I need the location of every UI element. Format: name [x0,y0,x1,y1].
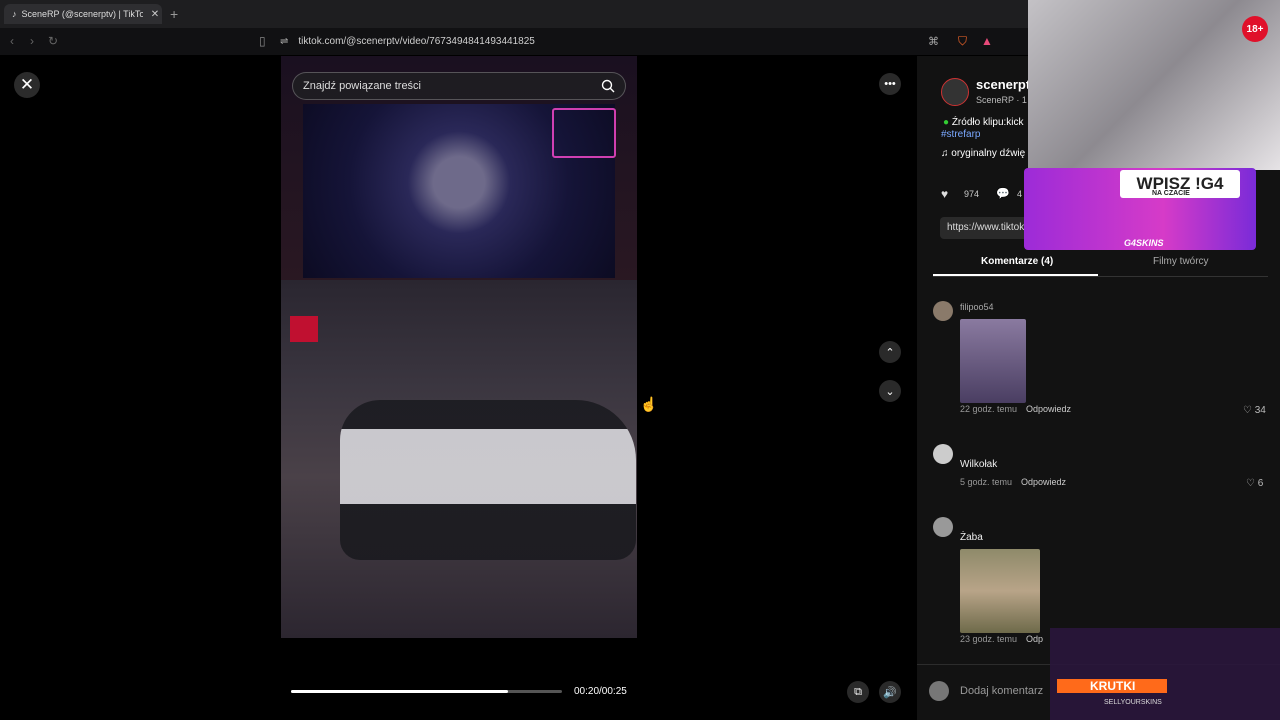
active-tab-indicator [933,274,1098,276]
site-info-icon[interactable]: ⇌ [280,36,288,47]
related-search-input[interactable]: Znajdź powiązane treści [292,72,626,100]
comment-user[interactable]: Żaba [960,532,983,543]
bookmark-icon[interactable]: ▯ [259,34,266,48]
comment-like[interactable]: ♡ 6 [1246,478,1263,489]
tab-creator-videos[interactable]: Filmy twórcy [1153,256,1209,267]
reply-button[interactable]: Odp [1026,634,1043,644]
comment-avatar[interactable] [933,517,953,537]
krutki-overlay [1050,628,1280,720]
tab-close-icon[interactable]: ✕ [148,9,162,20]
author-subtitle: SceneRP · 1 [976,95,1027,105]
shield-icon[interactable]: ⛉ [958,34,967,49]
sound-row[interactable]: ♫ oryginalny dźwię [941,148,1025,159]
sound-name: oryginalny dźwię [951,148,1026,159]
browser-tab[interactable]: ♪ SceneRP (@scenerptv) | TikTo ✕ [4,4,162,24]
comment-like-count: 6 [1257,478,1264,489]
status-dot-icon: ● [943,117,950,128]
more-options-icon[interactable]: ••• [879,73,901,95]
neon-sign [552,108,616,158]
age-badge: 18+ [1242,16,1268,42]
game-marker [290,316,318,342]
search-placeholder: Znajdź powiązane treści [303,80,422,92]
hashtag-link[interactable]: #strefarp [941,129,980,140]
url-text: tiktok.com/@scenerptv/video/767349484149… [298,36,535,47]
cursor-icon: ☝ [640,396,658,412]
progress-fill [291,690,508,693]
add-comment-input[interactable]: Dodaj komentarz [960,685,1043,697]
search-icon[interactable] [601,79,615,96]
comment-count: 4 [1017,189,1023,199]
reply-button[interactable]: Odpowiedz [1021,477,1066,487]
heart-outline-icon: ♡ [1246,478,1255,489]
reply-button[interactable]: Odpowiedz [1026,404,1071,414]
pip-icon[interactable]: ⧉ [847,681,869,703]
forward-icon[interactable]: › [30,34,34,48]
translate-icon[interactable]: ⌘ [928,35,939,48]
comment-like[interactable]: ♡ 34 [1243,405,1266,416]
comment-time: 23 godz. temu [960,634,1018,644]
comment-user[interactable]: filipoo54 [960,302,994,312]
author-avatar[interactable] [941,78,969,106]
description: ● Źródło klipu:kick [943,117,1024,128]
comment-avatar[interactable] [933,301,953,321]
rewards-icon[interactable]: ▲ [981,34,993,48]
comment-icon[interactable]: 💬 [996,187,1010,200]
new-tab-icon[interactable]: + [170,6,178,22]
banner-brand: G4SKINS [1124,238,1164,248]
chevron-up-icon[interactable]: ⌃ [879,341,901,363]
heart-icon[interactable]: ♥ [941,187,948,201]
music-icon: ♫ [941,148,949,159]
krutki-label: KRUTKI [1090,679,1136,693]
back-icon[interactable]: ‹ [10,34,14,48]
tiktok-icon: ♪ [12,9,17,19]
tab-comments[interactable]: Komentarze (4) [981,256,1053,267]
video-time: 00:20/00:25 [574,686,627,697]
banner-subtitle: NA CZACIE [1152,190,1190,197]
video-controls-area [281,638,637,720]
reload-icon[interactable]: ↻ [48,34,58,48]
author-name[interactable]: scenerpt [976,77,1030,92]
video-link-field[interactable]: https://www.tiktok.c [940,217,1030,239]
my-avatar [929,681,949,701]
description-text: Źródło klipu:kick [951,117,1024,128]
comment-sticker [960,319,1026,403]
like-count: 974 [964,189,980,199]
volume-icon[interactable]: 🔊 [879,681,901,703]
comment-avatar[interactable] [933,444,953,464]
comment-time: 22 godz. temu [960,404,1018,414]
comment-sticker [960,549,1040,633]
progress-bar[interactable] [291,690,562,693]
comment-like-count: 34 [1254,405,1266,416]
close-button[interactable]: ✕ [14,72,40,98]
chevron-down-icon[interactable]: ⌄ [879,380,901,402]
krutki-sublabel: SELLYOURSKINS [1104,699,1162,706]
heart-outline-icon: ♡ [1243,405,1252,416]
address-bar[interactable]: ⇌ tiktok.com/@scenerptv/video/7673494841… [280,31,1000,52]
police-car [340,400,636,560]
comment-time: 5 godz. temu [960,477,1013,487]
tab-title: SceneRP (@scenerptv) | TikTo [21,9,144,19]
comment-user[interactable]: Wilkołak [960,459,997,470]
